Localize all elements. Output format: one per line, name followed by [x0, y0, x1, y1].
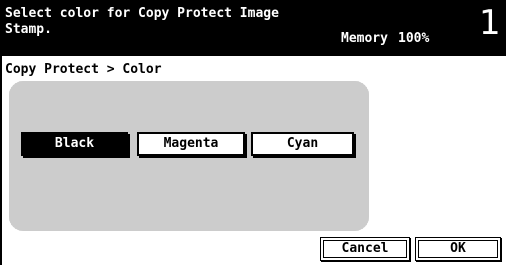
color-option-cyan[interactable]: Cyan [251, 132, 354, 156]
instruction-message: Select color for Copy Protect Image Stam… [5, 6, 279, 38]
ok-button[interactable]: OK [415, 237, 501, 261]
color-option-magenta[interactable]: Magenta [137, 132, 245, 156]
message-header: Select color for Copy Protect Image Stam… [0, 0, 506, 56]
cancel-button[interactable]: Cancel [320, 237, 410, 261]
message-line-2: Stamp. [5, 22, 52, 37]
memory-label: Memory [341, 31, 388, 46]
breadcrumb: Copy Protect > Color [5, 62, 162, 77]
copy-count: 1 [479, 3, 501, 43]
memory-value: 100% [398, 31, 430, 46]
color-option-black[interactable]: Black [21, 132, 128, 156]
message-line-1: Select color for Copy Protect Image [5, 6, 279, 21]
color-options-panel [9, 81, 369, 231]
